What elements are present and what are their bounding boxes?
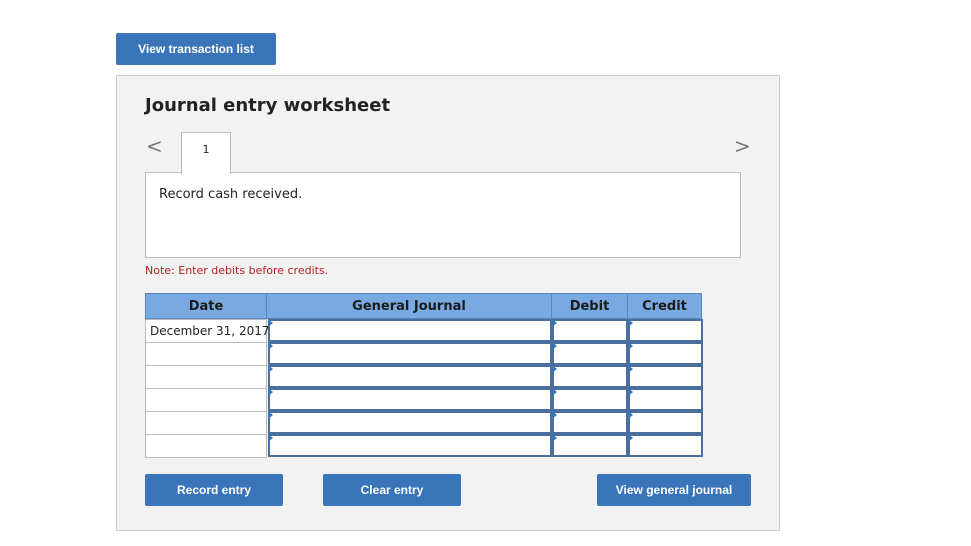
debit-input[interactable] xyxy=(552,388,628,411)
dropdown-marker-icon xyxy=(628,365,633,373)
credit-input[interactable] xyxy=(628,365,703,388)
account-input[interactable] xyxy=(268,388,552,411)
debit-input[interactable] xyxy=(552,411,628,434)
view-transaction-list-button[interactable]: View transaction list xyxy=(116,33,276,65)
description-box xyxy=(145,172,741,258)
dropdown-marker-icon xyxy=(268,388,273,396)
date-cell: December 31, 2017 xyxy=(145,319,269,343)
chevron-right-icon[interactable]: > xyxy=(734,136,751,156)
account-input[interactable] xyxy=(268,319,552,342)
account-input[interactable] xyxy=(268,365,552,388)
dropdown-marker-icon xyxy=(552,342,557,350)
tab-label: 1 xyxy=(202,143,210,156)
clear-entry-button[interactable]: Clear entry xyxy=(323,474,461,506)
worksheet-title: Journal entry worksheet xyxy=(145,95,391,116)
dropdown-marker-icon xyxy=(552,365,557,373)
credit-input[interactable] xyxy=(628,342,703,365)
dropdown-marker-icon xyxy=(268,342,273,350)
dropdown-marker-icon xyxy=(552,411,557,419)
dropdown-marker-icon xyxy=(268,319,273,327)
credit-input[interactable] xyxy=(628,434,703,457)
date-cell xyxy=(145,411,267,435)
debits-before-credits-note: Note: Enter debits before credits. xyxy=(145,264,329,277)
credit-input[interactable] xyxy=(628,411,703,434)
account-input[interactable] xyxy=(268,342,552,365)
column-header-credit: Credit xyxy=(627,293,702,319)
date-cell xyxy=(145,388,267,412)
debit-input[interactable] xyxy=(552,319,628,342)
dropdown-marker-icon xyxy=(268,365,273,373)
column-header-general-journal: General Journal xyxy=(266,293,552,319)
column-header-debit: Debit xyxy=(551,293,628,319)
account-input[interactable] xyxy=(268,434,552,457)
dropdown-marker-icon xyxy=(552,319,557,327)
date-cell xyxy=(145,365,267,389)
dropdown-marker-icon xyxy=(628,411,633,419)
dropdown-marker-icon xyxy=(552,434,557,442)
chevron-left-icon[interactable]: < xyxy=(146,136,163,156)
dropdown-marker-icon xyxy=(268,411,273,419)
view-general-journal-button[interactable]: View general journal xyxy=(597,474,751,506)
tab-entry-1[interactable]: 1 xyxy=(181,132,231,174)
credit-input[interactable] xyxy=(628,388,703,411)
dropdown-marker-icon xyxy=(552,388,557,396)
date-cell xyxy=(145,434,267,458)
debit-input[interactable] xyxy=(552,342,628,365)
dropdown-marker-icon xyxy=(628,319,633,327)
credit-input[interactable] xyxy=(628,319,703,342)
dropdown-marker-icon xyxy=(628,434,633,442)
dropdown-marker-icon xyxy=(628,388,633,396)
record-entry-button[interactable]: Record entry xyxy=(145,474,283,506)
dropdown-marker-icon xyxy=(268,434,273,442)
debit-input[interactable] xyxy=(552,365,628,388)
date-cell xyxy=(145,342,267,366)
entry-description: Record cash received. xyxy=(159,187,303,202)
column-header-date: Date xyxy=(145,293,267,319)
dropdown-marker-icon xyxy=(628,342,633,350)
debit-input[interactable] xyxy=(552,434,628,457)
account-input[interactable] xyxy=(268,411,552,434)
